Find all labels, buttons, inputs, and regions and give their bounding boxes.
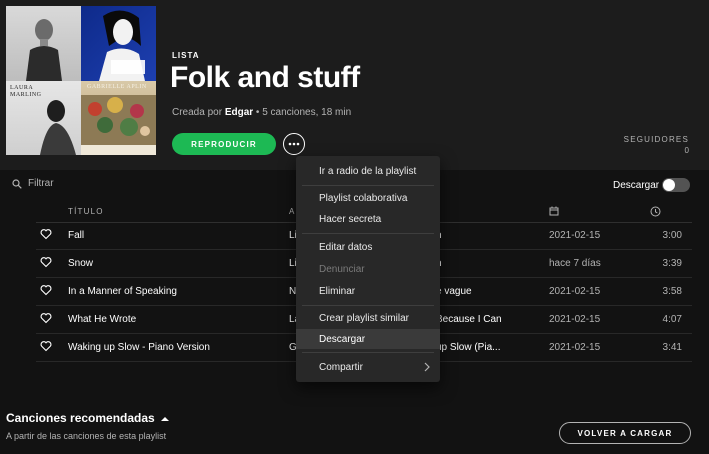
menu-item-playlist-radio[interactable]: Ir a radio de la playlist xyxy=(296,161,440,181)
chevron-right-icon xyxy=(424,362,430,372)
playlist-title: Folk and stuff xyxy=(170,61,360,94)
more-dots-icon xyxy=(288,142,300,146)
portrait-image xyxy=(99,10,145,81)
reload-button[interactable]: VOLVER A CARGAR xyxy=(559,422,691,444)
download-toggle[interactable] xyxy=(662,178,690,192)
heart-icon[interactable] xyxy=(40,312,52,324)
heart-icon[interactable] xyxy=(40,340,52,352)
portrait-image xyxy=(40,100,76,155)
clock-icon xyxy=(650,206,661,217)
column-title-header[interactable]: TÍTULO xyxy=(68,207,104,216)
column-duration-header[interactable] xyxy=(650,206,661,219)
filter-placeholder: Filtrar xyxy=(28,178,54,189)
menu-item-share-label: Compartir xyxy=(319,361,363,373)
menu-item-edit-details[interactable]: Editar datos xyxy=(296,237,440,257)
owner-link[interactable]: Edgar xyxy=(225,107,253,118)
recommended-section-title[interactable]: Canciones recomendadas xyxy=(6,411,170,425)
cover-tile: LAURA MARLING xyxy=(6,81,81,155)
menu-item-download[interactable]: Descargar xyxy=(296,329,440,349)
track-album[interactable]: Because I Can xyxy=(436,314,502,325)
track-title: What He Wrote xyxy=(68,314,137,325)
column-date-header[interactable] xyxy=(549,206,559,218)
track-title: In a Manner of Speaking xyxy=(68,286,177,297)
playlist-type-label: LISTA xyxy=(172,51,200,60)
menu-item-delete[interactable]: Eliminar xyxy=(296,281,440,301)
track-album[interactable]: e vague xyxy=(436,286,472,297)
track-title: Fall xyxy=(68,230,85,241)
playlist-meta: Creada por Edgar • 5 canciones, 18 min xyxy=(172,107,351,118)
column-artist-header[interactable]: A xyxy=(289,207,296,216)
heart-icon[interactable] xyxy=(40,228,52,240)
cover-tile: GABRIELLE APLIN xyxy=(81,81,156,155)
followers-label: SEGUIDORES xyxy=(623,135,689,144)
menu-divider xyxy=(302,305,434,306)
heart-icon[interactable] xyxy=(40,256,52,268)
track-duration: 3:58 xyxy=(662,286,682,297)
search-icon xyxy=(12,178,22,189)
context-menu: Ir a radio de la playlist Playlist colab… xyxy=(296,156,440,382)
menu-item-make-secret[interactable]: Hacer secreta xyxy=(296,209,440,229)
track-duration: 3:41 xyxy=(662,342,682,353)
filter-box[interactable]: Filtrar xyxy=(12,178,54,189)
recommended-title-text: Canciones recomendadas xyxy=(6,411,155,425)
track-album[interactable]: up Slow (Pia... xyxy=(436,342,500,353)
calendar-icon xyxy=(549,206,559,216)
portrait-image xyxy=(26,19,62,81)
toggle-knob xyxy=(663,179,675,191)
cover-tile xyxy=(6,6,81,81)
track-date: hace 7 días xyxy=(549,258,601,269)
caret-up-icon xyxy=(161,416,170,421)
heart-icon[interactable] xyxy=(40,284,52,296)
menu-item-share[interactable]: Compartir xyxy=(296,357,440,377)
menu-item-collaborative[interactable]: Playlist colaborativa xyxy=(296,188,440,208)
menu-divider xyxy=(302,233,434,234)
followers-count: 0 xyxy=(684,146,689,155)
menu-item-create-similar[interactable]: Crear playlist similar xyxy=(296,308,440,328)
playlist-details: • 5 canciones, 18 min xyxy=(253,107,352,118)
more-options-button[interactable] xyxy=(283,133,305,155)
track-title: Waking up Slow - Piano Version xyxy=(68,342,210,353)
track-date: 2021-02-15 xyxy=(549,230,601,241)
track-date: 2021-02-15 xyxy=(549,342,601,353)
menu-divider xyxy=(302,352,434,353)
track-duration: 4:07 xyxy=(662,314,682,325)
menu-divider xyxy=(302,185,434,186)
flowers-image xyxy=(81,95,156,155)
cover-tile xyxy=(81,6,156,81)
track-duration: 3:00 xyxy=(662,230,682,241)
track-date: 2021-02-15 xyxy=(549,314,601,325)
track-title: Snow xyxy=(68,258,94,269)
created-by-label: Creada por xyxy=(172,107,223,118)
playlist-cover: LAURA MARLING GABRIELLE APLIN xyxy=(6,6,156,155)
play-button[interactable]: REPRODUCIR xyxy=(172,133,276,155)
recommended-subtitle: A partir de las canciones de esta playli… xyxy=(6,431,167,441)
menu-item-report: Denunciar xyxy=(319,263,365,275)
download-label: Descargar xyxy=(613,180,660,191)
track-duration: 3:39 xyxy=(662,258,682,269)
track-date: 2021-02-15 xyxy=(549,286,601,297)
